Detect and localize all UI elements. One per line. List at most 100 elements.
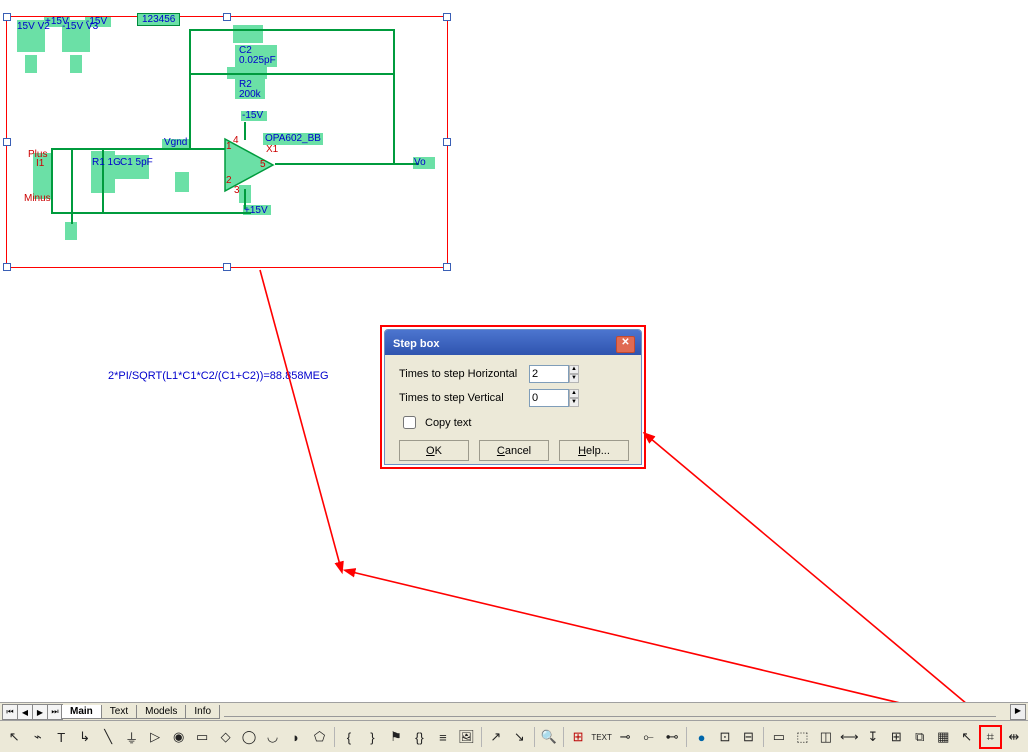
ok-button[interactable]: OK (399, 440, 469, 461)
connector-tool-icon[interactable]: ⟜ (637, 725, 659, 749)
place-block-icon[interactable]: ⊞ (885, 725, 907, 749)
line-tool-icon[interactable]: ╲ (97, 725, 119, 749)
text-tool-icon[interactable]: T (50, 725, 72, 749)
pin-label: 4 (233, 135, 239, 146)
mirror-tool-icon[interactable]: ⇹ (1003, 725, 1025, 749)
net-flag-icon[interactable]: ⊟ (737, 725, 759, 749)
dialog-titlebar[interactable]: Step box ✕ (385, 330, 641, 355)
pin-label: 1 (226, 141, 232, 152)
picture-tool-icon[interactable]: 🖼 (455, 725, 477, 749)
spinner-down-icon[interactable]: ▼ (569, 398, 579, 407)
pin-tool-icon[interactable]: ⊸ (614, 725, 636, 749)
comp-label: 15V V2 (17, 21, 50, 32)
region-tool-icon[interactable]: ⬚ (791, 725, 813, 749)
scroll-right-icon[interactable]: ▶ (1010, 704, 1026, 720)
resize-handle[interactable] (443, 13, 451, 21)
netlabel-icon[interactable]: ⊡ (714, 725, 736, 749)
step-v-label: Times to step Vertical (399, 392, 529, 404)
resize-handle[interactable] (3, 263, 11, 271)
comp-label: 0.025pF (239, 55, 276, 66)
net-label: +15V (244, 205, 268, 216)
copy-text-label: Copy text (425, 417, 471, 429)
pin-label: Minus (24, 193, 51, 204)
rect-tool-icon[interactable]: ▭ (191, 725, 213, 749)
comp-label: -15V V3 (62, 21, 98, 32)
port-tool-icon[interactable]: ◉ (167, 725, 189, 749)
tab-text[interactable]: Text (101, 705, 137, 719)
probe-in-icon[interactable]: ↗ (485, 725, 507, 749)
net-label: -15V (242, 110, 263, 121)
resize-handle[interactable] (3, 138, 11, 146)
braces-icon[interactable]: {} (408, 725, 430, 749)
net-label: Vo (414, 157, 426, 168)
selection-tag: 123456 (137, 13, 180, 26)
dialog-title: Step box (393, 338, 439, 350)
ellipse-tool-icon[interactable]: ◯ (238, 725, 260, 749)
tab-next-icon[interactable]: ▶ (32, 704, 48, 720)
resize-handle[interactable] (223, 13, 231, 21)
node-tool-icon[interactable]: ● (690, 725, 712, 749)
resize-handle[interactable] (223, 263, 231, 271)
brace-left-icon[interactable]: { (338, 725, 360, 749)
resize-handle[interactable] (443, 263, 451, 271)
probe-out-icon[interactable]: ↘ (508, 725, 530, 749)
point-tool-icon[interactable]: ↖ (956, 725, 978, 749)
spinner-down-icon[interactable]: ▼ (569, 374, 579, 383)
grid-text-icon[interactable]: ⊞ (567, 725, 589, 749)
diamond-tool-icon[interactable]: ◇ (214, 725, 236, 749)
step-box-dialog: Step box ✕ Times to step Horizontal ▲▼ T… (384, 329, 642, 465)
pie-tool-icon[interactable]: ◗ (285, 725, 307, 749)
formula-text: 2*PI/SQRT(L1*C1*C2/(C1+C2))=88.858MEG (108, 370, 329, 382)
spinner-up-icon[interactable]: ▲ (569, 365, 579, 374)
polygon-tool-icon[interactable]: ⬠ (308, 725, 330, 749)
arc-tool-icon[interactable]: ◡ (261, 725, 283, 749)
help-button[interactable]: Help... (559, 440, 629, 461)
select-tool-icon[interactable]: ↖ (3, 725, 25, 749)
net-label: Vgnd (164, 137, 187, 148)
flag-tool-icon[interactable]: ⚑ (385, 725, 407, 749)
brace-right-icon[interactable]: } (361, 725, 383, 749)
tab-models[interactable]: Models (136, 705, 186, 719)
tab-info[interactable]: Info (185, 705, 220, 719)
resize-handle[interactable] (3, 13, 11, 21)
bus-tool-icon[interactable]: ≡ (432, 725, 454, 749)
close-icon[interactable]: ✕ (616, 336, 635, 353)
step-h-input[interactable] (529, 365, 569, 383)
anchor-tool-icon[interactable]: ↧ (862, 725, 884, 749)
pin-label: 5 (260, 159, 266, 170)
tab-main[interactable]: Main (61, 705, 102, 719)
snap-tool-icon[interactable]: ◫ (815, 725, 837, 749)
text-label-icon[interactable]: TEXT (590, 725, 612, 749)
step-box-tool-icon[interactable]: ⌗ (979, 725, 1002, 749)
pin-label: 3 (234, 185, 240, 196)
comp-label: C1 5pF (120, 157, 153, 168)
schematic-selection[interactable]: 123456 +15V -15V 15V V2 -15V V3 C2 (6, 16, 448, 268)
tab-prev-icon[interactable]: ◀ (17, 704, 33, 720)
junction-tool-icon[interactable]: ⊷ (661, 725, 683, 749)
comp-label: R1 1G (92, 157, 121, 168)
tab-first-icon[interactable]: ⏮ (2, 704, 18, 720)
step-h-label: Times to step Horizontal (399, 368, 529, 380)
component-tool-icon[interactable]: ⌁ (26, 725, 48, 749)
measure-tool-icon[interactable]: ⟷ (838, 725, 860, 749)
dialog-highlight: Step box ✕ Times to step Horizontal ▲▼ T… (380, 325, 646, 469)
step-v-input[interactable] (529, 389, 569, 407)
find-tool-icon[interactable]: 🔍 (537, 725, 559, 749)
canvas-root: 123456 +15V -15V 15V V2 -15V V3 C2 (0, 0, 1028, 752)
comp-label: 200k (239, 89, 261, 100)
resize-handle[interactable] (443, 138, 451, 146)
comp-label: I1 (36, 158, 44, 169)
cancel-button[interactable]: Cancel (479, 440, 549, 461)
comp-label: X1 (266, 144, 278, 155)
wire-tool-icon[interactable]: ↳ (73, 725, 95, 749)
spinner-up-icon[interactable]: ▲ (569, 389, 579, 398)
grid-settings-icon[interactable]: ▦ (932, 725, 954, 749)
comp-label: OPA602_BB (265, 133, 321, 144)
pin-label: 2 (226, 175, 232, 186)
rect-select-icon[interactable]: ▭ (768, 725, 790, 749)
ground-tool-icon[interactable]: ⏚ (120, 725, 142, 749)
copy-text-checkbox[interactable] (403, 416, 416, 429)
copy-block-icon[interactable]: ⧉ (909, 725, 931, 749)
diode-tool-icon[interactable]: ▷ (144, 725, 166, 749)
sheet-tab-strip: ⏮ ◀ ▶ ⏭ Main Text Models Info ▶ (0, 702, 1028, 721)
